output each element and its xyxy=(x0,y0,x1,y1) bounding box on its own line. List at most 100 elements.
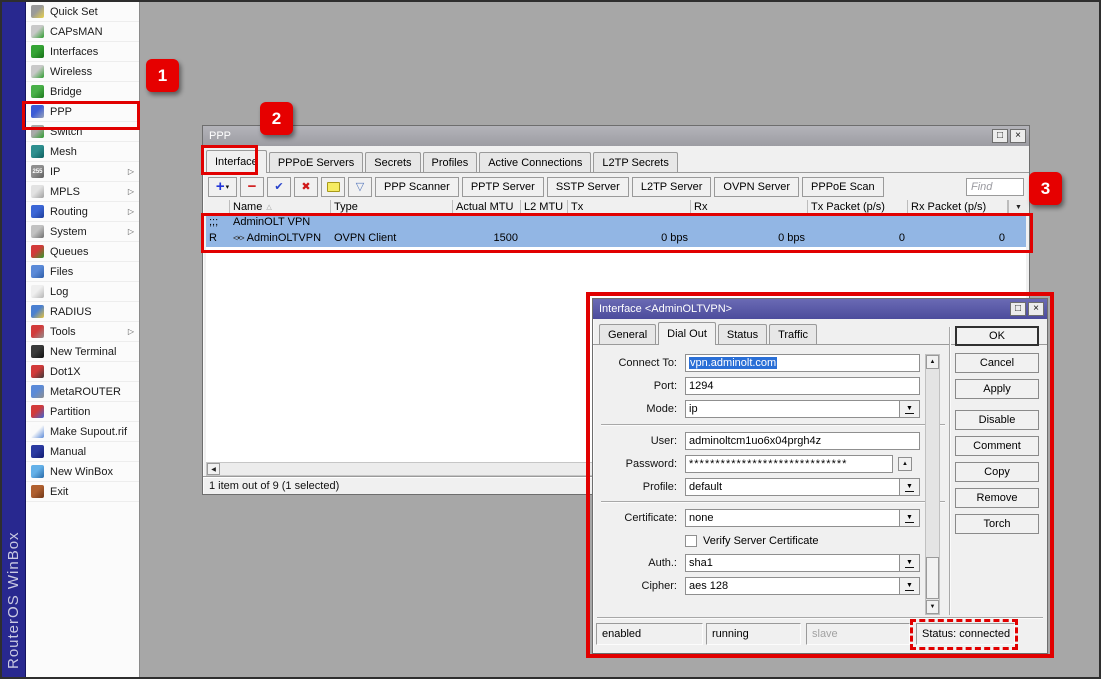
sidebar-item-bridge[interactable]: Bridge xyxy=(26,82,139,102)
disable-button[interactable]: Disable xyxy=(955,410,1039,430)
user-input[interactable]: adminoltcm1uo6x04prgh4z xyxy=(685,432,920,450)
torch-button[interactable]: Torch xyxy=(955,514,1039,534)
close-icon[interactable]: × xyxy=(1010,129,1026,143)
sidebar-item-interfaces[interactable]: Interfaces xyxy=(26,42,139,62)
remove-button[interactable]: − xyxy=(240,177,264,197)
dialog-tab-general[interactable]: General xyxy=(599,324,656,344)
maximize-icon[interactable]: □ xyxy=(1010,302,1026,316)
cipher-select[interactable]: aes 128 xyxy=(685,577,900,595)
sidebar-item-mpls[interactable]: MPLS▷ xyxy=(26,182,139,202)
find-input[interactable] xyxy=(966,178,1024,196)
disable-button[interactable]: ✖ xyxy=(294,177,318,197)
sidebar-item-new-winbox[interactable]: New WinBox xyxy=(26,462,139,482)
password-expand-icon[interactable]: ▲ xyxy=(898,457,912,471)
tab-pppoe-servers[interactable]: PPPoE Servers xyxy=(269,152,363,172)
apply-button[interactable]: Apply xyxy=(955,379,1039,399)
table-row-interface[interactable]: R<•>AdminOLTVPNOVPN Client15000 bps0 bps… xyxy=(206,231,1026,247)
sidebar-item-label: Log xyxy=(50,286,68,298)
toolbar-button-pptp-server[interactable]: PPTP Server xyxy=(462,177,544,197)
dialog-tab-traffic[interactable]: Traffic xyxy=(769,324,817,344)
sidebar-item-capsman[interactable]: CAPsMAN xyxy=(26,22,139,42)
sidebar-item-mesh[interactable]: Mesh xyxy=(26,142,139,162)
sidebar-item-files[interactable]: Files xyxy=(26,262,139,282)
certificate-dropdown-button[interactable]: ▼ xyxy=(900,509,920,527)
tab-secrets[interactable]: Secrets xyxy=(365,152,420,172)
sidebar-item-label: Dot1X xyxy=(50,366,81,378)
scroll-down-icon[interactable]: ▼ xyxy=(926,600,939,614)
user-label: User: xyxy=(601,432,685,450)
column-header-tx[interactable]: Tx xyxy=(568,200,691,214)
toolbar-button-pppoe-scan[interactable]: PPPoE Scan xyxy=(802,177,884,197)
sidebar-item-label: IP xyxy=(50,166,60,178)
sidebar-item-radius[interactable]: RADIUS xyxy=(26,302,139,322)
column-header-type[interactable]: Type xyxy=(331,200,453,214)
scroll-left-icon[interactable]: ◀ xyxy=(207,463,220,475)
sidebar-item-dot1x[interactable]: Dot1X xyxy=(26,362,139,382)
sidebar-item-routing[interactable]: Routing▷ xyxy=(26,202,139,222)
remove-button[interactable]: Remove xyxy=(955,488,1039,508)
dialog-tab-status[interactable]: Status xyxy=(718,324,767,344)
sidebar-item-switch[interactable]: Switch xyxy=(26,122,139,142)
certificate-select[interactable]: none xyxy=(685,509,900,527)
cancel-button[interactable]: Cancel xyxy=(955,353,1039,373)
column-header-rx-packet-p-s[interactable]: Rx Packet (p/s) xyxy=(908,200,1008,214)
mode-dropdown-button[interactable]: ▼ xyxy=(900,400,920,418)
ok-button[interactable]: OK xyxy=(955,326,1039,346)
sidebar-item-queues[interactable]: Queues xyxy=(26,242,139,262)
table-row-comment[interactable]: ;;;AdminOLT VPN xyxy=(206,215,1026,231)
toolbar-button-ppp-scanner[interactable]: PPP Scanner xyxy=(375,177,459,197)
sidebar-item-metarouter[interactable]: MetaROUTER xyxy=(26,382,139,402)
profile-dropdown-button[interactable]: ▼ xyxy=(900,478,920,496)
comment-button[interactable] xyxy=(321,177,345,197)
column-header-flags[interactable] xyxy=(206,200,230,214)
column-header-name[interactable]: Name△ xyxy=(230,200,331,214)
dialog-tab-dial-out[interactable]: Dial Out xyxy=(658,322,716,345)
copy-button[interactable]: Copy xyxy=(955,462,1039,482)
tab-interface[interactable]: Interface xyxy=(206,150,267,173)
scrollbar-thumb[interactable] xyxy=(926,557,939,599)
verify-server-certificate-checkbox[interactable] xyxy=(685,535,697,547)
column-header-tx-packet-p-s[interactable]: Tx Packet (p/s) xyxy=(808,200,908,214)
toolbar-button-l2tp-server[interactable]: L2TP Server xyxy=(632,177,712,197)
filter-button[interactable]: ▽ xyxy=(348,177,372,197)
tab-profiles[interactable]: Profiles xyxy=(423,152,478,172)
cipher-dropdown-button[interactable]: ▼ xyxy=(900,577,920,595)
sidebar-item-exit[interactable]: Exit xyxy=(26,482,139,502)
column-filter-dropdown-icon[interactable]: ▼ xyxy=(1008,200,1028,214)
dialog-titlebar[interactable]: Interface <AdminOLTVPN> □ × xyxy=(593,299,1047,319)
sidebar-item-manual[interactable]: Manual xyxy=(26,442,139,462)
tab-active-connections[interactable]: Active Connections xyxy=(479,152,591,172)
sidebar-item-log[interactable]: Log xyxy=(26,282,139,302)
auth-dropdown-button[interactable]: ▼ xyxy=(900,554,920,572)
column-header-l2-mtu[interactable]: L2 MTU xyxy=(521,200,568,214)
mode-select[interactable]: ip xyxy=(685,400,900,418)
sidebar-item-ppp[interactable]: PPP xyxy=(26,102,139,122)
sidebar-item-quick-set[interactable]: Quick Set xyxy=(26,2,139,22)
connect-to-input[interactable]: vpn.adminolt.com xyxy=(685,354,920,372)
column-header-rx[interactable]: Rx xyxy=(691,200,808,214)
add-button[interactable]: + ▾ xyxy=(208,177,237,197)
tab-l2tp-secrets[interactable]: L2TP Secrets xyxy=(593,152,677,172)
maximize-icon[interactable]: □ xyxy=(992,129,1008,143)
port-input[interactable]: 1294 xyxy=(685,377,920,395)
sidebar-item-make-supout-rif[interactable]: Make Supout.rif xyxy=(26,422,139,442)
scroll-up-icon[interactable]: ▲ xyxy=(926,355,939,369)
auth-select[interactable]: sha1 xyxy=(685,554,900,572)
dialog-scrollbar[interactable]: ▲ ▼ xyxy=(925,354,940,615)
ppp-titlebar[interactable]: PPP □ × xyxy=(203,126,1029,146)
sidebar-item-new-terminal[interactable]: New Terminal xyxy=(26,342,139,362)
password-input[interactable]: ****************************** xyxy=(685,455,893,473)
sidebar-item-system[interactable]: System▷ xyxy=(26,222,139,242)
cell-name: <•>AdminOLTVPN xyxy=(230,231,331,247)
sidebar-item-partition[interactable]: Partition xyxy=(26,402,139,422)
enable-button[interactable]: ✔ xyxy=(267,177,291,197)
toolbar-button-ovpn-server[interactable]: OVPN Server xyxy=(714,177,799,197)
sidebar-item-tools[interactable]: Tools▷ xyxy=(26,322,139,342)
profile-select[interactable]: default xyxy=(685,478,900,496)
comment-button[interactable]: Comment xyxy=(955,436,1039,456)
sidebar-item-wireless[interactable]: Wireless xyxy=(26,62,139,82)
sidebar-item-ip[interactable]: 255IP▷ xyxy=(26,162,139,182)
toolbar-button-sstp-server[interactable]: SSTP Server xyxy=(547,177,629,197)
column-header-actual-mtu[interactable]: Actual MTU xyxy=(453,200,521,214)
close-icon[interactable]: × xyxy=(1028,302,1044,316)
